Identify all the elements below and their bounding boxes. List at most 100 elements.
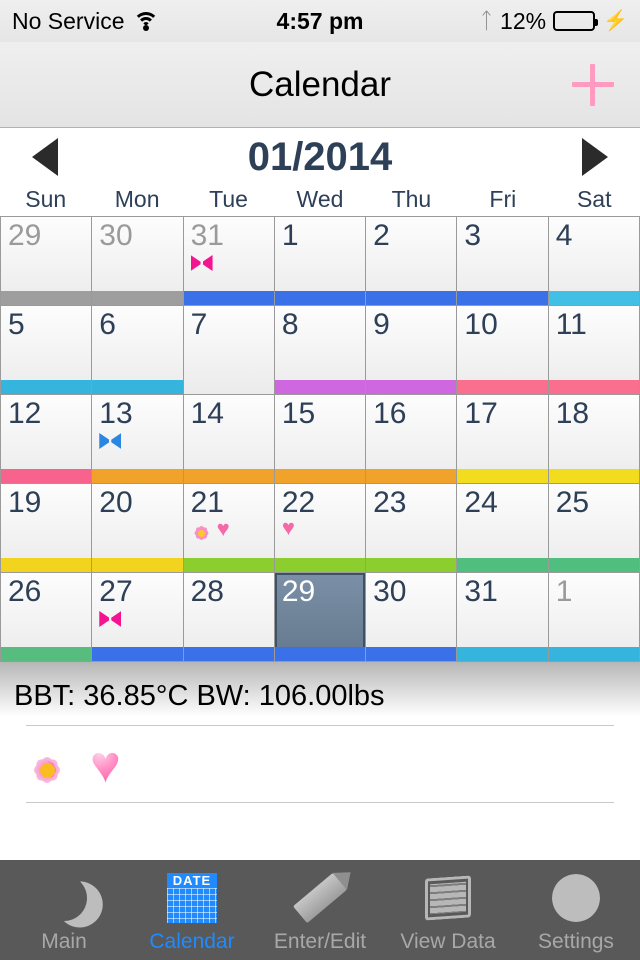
calendar-day-cell-26[interactable]: 26 [0, 573, 93, 662]
calendar-day-cell-5[interactable]: 5 [0, 306, 93, 395]
calendar-day-cell-30[interactable]: 30 [366, 573, 458, 662]
day-number: 6 [99, 308, 116, 341]
gear-icon [552, 870, 600, 926]
tab-calendar[interactable]: DATE Calendar [128, 860, 256, 954]
heart-icon [282, 517, 303, 542]
calendar-day-cell-29[interactable]: 29 [274, 573, 367, 662]
cycle-phase-bar [184, 380, 274, 394]
cycle-phase-bar [92, 558, 183, 572]
calendar-day-cell-23[interactable]: 23 [366, 484, 458, 573]
day-number: 31 [464, 575, 498, 608]
cycle-phase-bar [92, 469, 183, 483]
calendar-day-cell-10[interactable]: 10 [457, 306, 549, 395]
cycle-phase-bar [274, 558, 366, 572]
calendar-day-cell-3[interactable]: 3 [457, 217, 549, 306]
calendar-day-cell-19[interactable]: 19 [0, 484, 93, 573]
calendar-day-cell-16[interactable]: 16 [366, 395, 458, 484]
day-number: 20 [99, 486, 133, 519]
day-number: 14 [190, 397, 224, 430]
calendar-day-cell-30[interactable]: 30 [92, 217, 184, 306]
weekday-label-sun: Sun [25, 186, 67, 212]
tab-label: View Data [400, 930, 496, 953]
calendar-day-cell-22[interactable]: 22 [274, 484, 367, 573]
day-number: 25 [555, 486, 590, 519]
calendar-day-cell-31[interactable]: 31 [183, 217, 275, 306]
day-marker-group [99, 611, 121, 627]
day-marker-group [191, 518, 238, 544]
next-month-button[interactable] [582, 138, 608, 176]
calendar-day-cell-20[interactable]: 20 [92, 484, 184, 573]
calendar-day-cell-15[interactable]: 15 [274, 395, 367, 484]
wifi-icon [133, 11, 160, 31]
cycle-phase-bar [548, 647, 639, 661]
tab-label: Settings [538, 930, 614, 953]
previous-month-button[interactable] [32, 138, 58, 176]
tab-bar: Main DATE Calendar Enter/Edit View Data Setti… [0, 860, 640, 960]
tab-view-data[interactable]: View Data [384, 860, 512, 954]
calendar-grid: 2930311234567891011121314151617181920212… [0, 216, 640, 662]
cycle-phase-bar [274, 647, 366, 661]
calendar-week-row: 5 6 7 8 9 10 11 [0, 306, 640, 395]
calendar-week-row: 29 30 31 1 2 3 4 [0, 217, 640, 306]
day-number: 13 [99, 397, 133, 430]
document-scroll-icon [425, 870, 471, 926]
tab-enter-edit[interactable]: Enter/Edit [256, 860, 384, 954]
calendar-day-cell-6[interactable]: 6 [92, 306, 184, 395]
cycle-phase-bar [548, 291, 639, 305]
weekday-label-tue: Tue [209, 186, 248, 212]
calendar-day-cell-21[interactable]: 21 [183, 484, 275, 573]
calendar-day-cell-27[interactable]: 27 [92, 573, 184, 662]
day-number: 2 [373, 219, 390, 252]
calendar-day-cell-25[interactable]: 25 [548, 484, 640, 573]
cycle-phase-bar [457, 469, 548, 483]
calendar-day-cell-17[interactable]: 17 [457, 395, 549, 484]
heart-icon [90, 739, 140, 793]
calendar-day-cell-1[interactable]: 1 [274, 217, 367, 306]
cycle-phase-bar [183, 647, 274, 661]
day-number: 27 [99, 575, 133, 608]
calendar-week-row: 19 20 21 22 23 24 25 [0, 484, 640, 573]
status-bar: No Service 4:57 pm ᛏ 12% ⚡ [0, 0, 640, 42]
cycle-phase-bar [92, 291, 183, 305]
cycle-phase-bar [548, 558, 639, 572]
calendar-day-cell-4[interactable]: 4 [548, 217, 640, 306]
calendar-day-cell-28[interactable]: 28 [183, 573, 275, 662]
cycle-phase-bar [183, 558, 274, 572]
calendar-day-cell-29[interactable]: 29 [0, 217, 93, 306]
calendar-day-cell-14[interactable]: 14 [183, 395, 275, 484]
day-number: 26 [8, 575, 42, 608]
weekday-header: Sun Mon Tue Wed Thu Fri Sat [0, 186, 640, 216]
ribbon-bow-icon [191, 255, 213, 271]
cycle-phase-bar [366, 647, 457, 661]
calendar-day-cell-18[interactable]: 18 [548, 395, 640, 484]
status-bar-right: ᛏ 12% ⚡ [480, 8, 628, 35]
tab-main[interactable]: Main [0, 860, 128, 954]
cycle-phase-bar [274, 380, 366, 394]
day-number: 7 [190, 308, 208, 341]
cycle-phase-bar [366, 291, 457, 305]
calendar-icon-date-label: DATE [167, 873, 217, 888]
calendar-day-cell-13[interactable]: 13 [92, 395, 184, 484]
calendar-day-cell-24[interactable]: 24 [457, 484, 549, 573]
cycle-phase-bar [1, 558, 92, 572]
weekday-label-wed: Wed [296, 186, 344, 212]
ribbon-bow-icon [99, 611, 121, 627]
day-number: 30 [99, 219, 133, 252]
day-number: 8 [281, 308, 299, 341]
day-number: 1 [555, 575, 573, 608]
calendar-day-cell-8[interactable]: 8 [274, 306, 367, 395]
measurements-summary: BBT: 36.85°C BW: 106.00lbs [14, 680, 385, 712]
flower-icon [191, 522, 213, 544]
calendar-day-cell-9[interactable]: 9 [366, 306, 458, 395]
weekday-label-fri: Fri [489, 186, 517, 212]
tab-settings[interactable]: Settings [512, 860, 640, 954]
plus-icon[interactable] [572, 63, 614, 106]
calendar-day-cell-1[interactable]: 1 [548, 573, 640, 662]
calendar-day-cell-2[interactable]: 2 [366, 217, 458, 306]
calendar-day-cell-31[interactable]: 31 [457, 573, 549, 662]
calendar-day-cell-7[interactable]: 7 [183, 306, 275, 395]
calendar-day-cell-11[interactable]: 11 [548, 306, 640, 395]
day-number: 12 [8, 397, 42, 430]
cycle-phase-bar [92, 647, 183, 661]
calendar-day-cell-12[interactable]: 12 [0, 395, 93, 484]
